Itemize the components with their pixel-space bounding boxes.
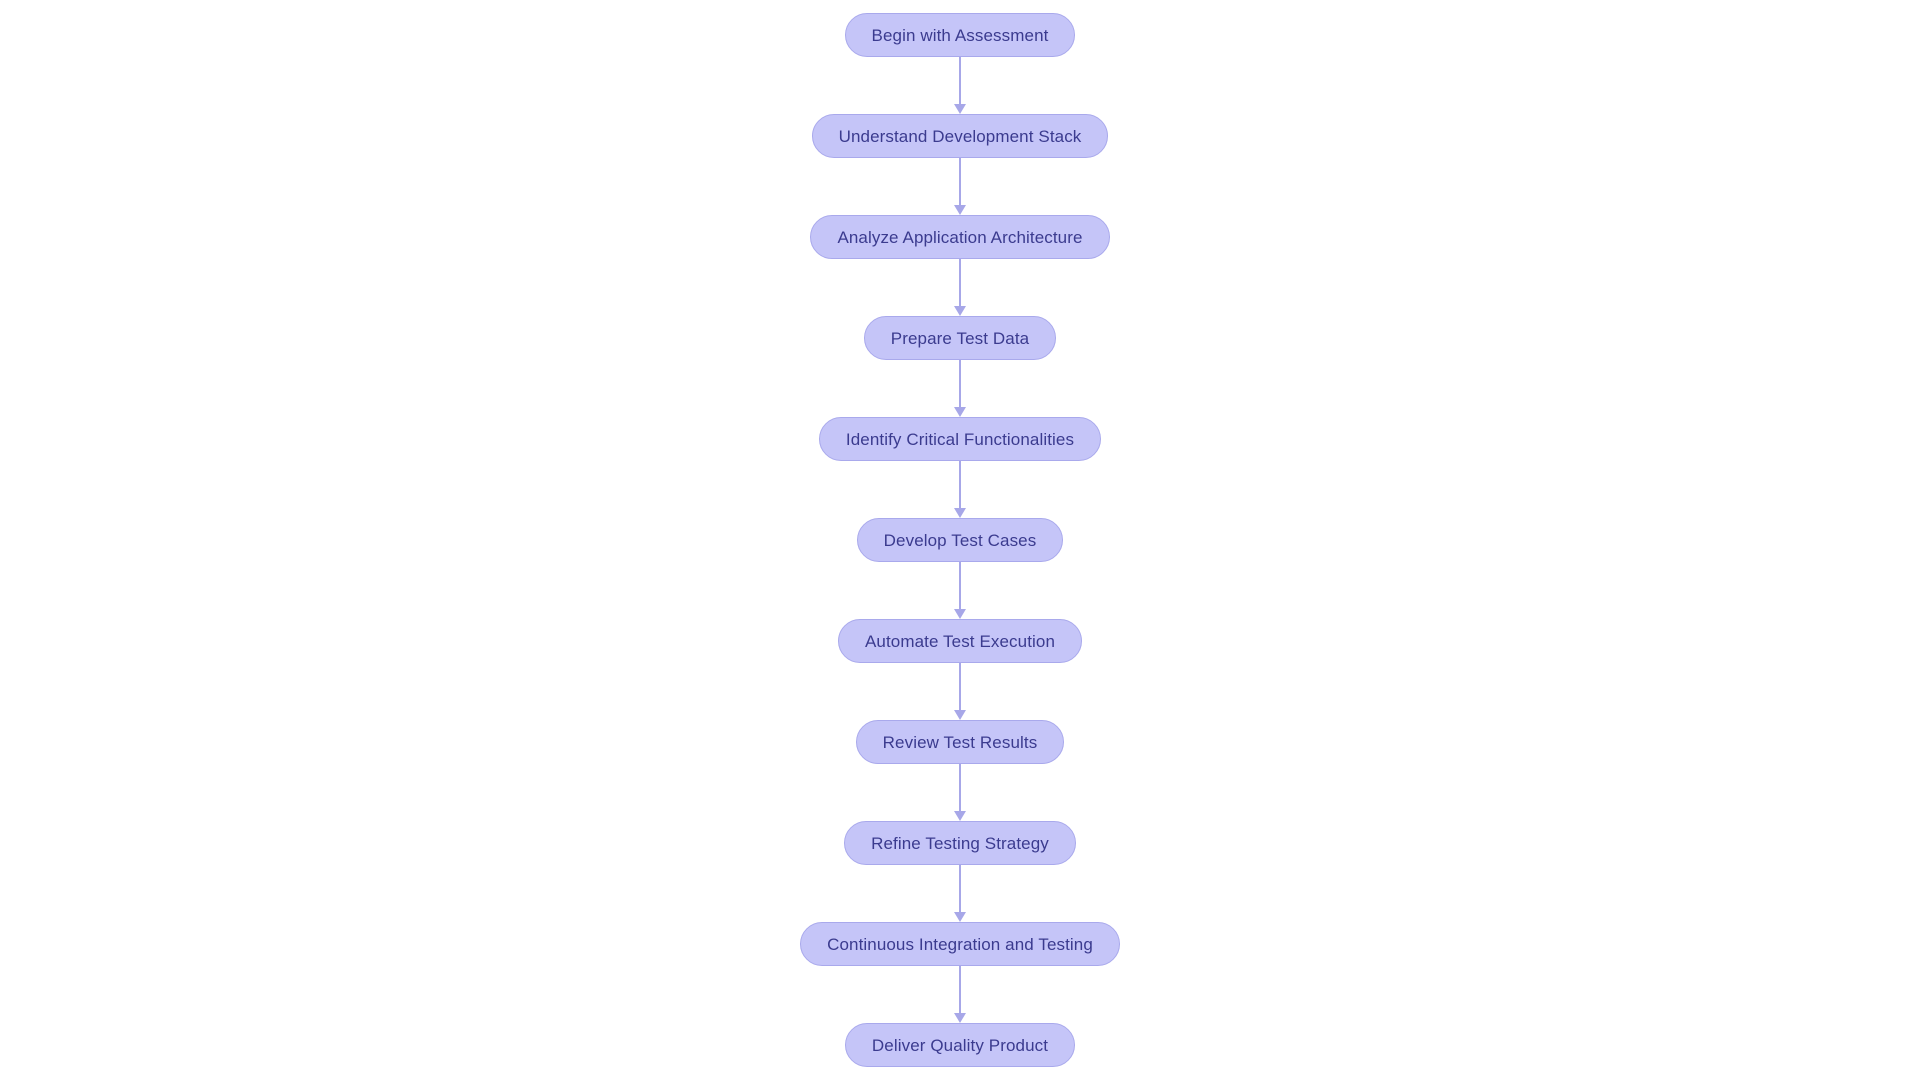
flow-node-n8[interactable]: Review Test Results xyxy=(855,720,1065,764)
flow-node-label: Begin with Assessment xyxy=(871,25,1049,45)
arrowhead-down-icon xyxy=(954,710,966,720)
flow-node-n6[interactable]: Develop Test Cases xyxy=(856,518,1064,562)
flow-node-label: Refine Testing Strategy xyxy=(871,833,1049,853)
flowchart-node-column: Begin with Assessment Understand Developm… xyxy=(0,0,1920,1080)
arrowhead-down-icon xyxy=(954,407,966,417)
flow-node-n2[interactable]: Understand Development Stack xyxy=(811,114,1109,158)
flow-step: Begin with Assessment xyxy=(844,13,1076,57)
flow-step: Deliver Quality Product xyxy=(844,1023,1076,1067)
flow-node-label: Understand Development Stack xyxy=(838,126,1082,146)
flow-connector-arrow xyxy=(953,461,967,518)
flow-connector-arrow xyxy=(953,158,967,215)
flow-step: Automate Test Execution xyxy=(837,619,1083,663)
flow-step: Review Test Results xyxy=(855,720,1065,764)
flow-node-n5[interactable]: Identify Critical Functionalities xyxy=(818,417,1102,461)
flow-connector-arrow xyxy=(953,360,967,417)
arrowhead-down-icon xyxy=(954,205,966,215)
flow-node-label: Identify Critical Functionalities xyxy=(845,429,1075,449)
flow-step: Prepare Test Data xyxy=(863,316,1057,360)
connector-line xyxy=(959,966,961,1014)
flow-node-n9[interactable]: Refine Testing Strategy xyxy=(844,821,1076,865)
connector-line xyxy=(959,259,961,307)
flow-node-n7[interactable]: Automate Test Execution xyxy=(837,619,1083,663)
flowchart-canvas: Begin with Assessment Understand Developm… xyxy=(0,0,1920,1080)
connector-line xyxy=(959,764,961,812)
arrowhead-down-icon xyxy=(954,104,966,114)
flow-node-n3[interactable]: Analyze Application Architecture xyxy=(810,215,1110,259)
flow-connector-arrow xyxy=(953,865,967,922)
flow-step: Identify Critical Functionalities xyxy=(818,417,1102,461)
arrowhead-down-icon xyxy=(954,1013,966,1023)
connector-line xyxy=(959,562,961,610)
arrowhead-down-icon xyxy=(954,609,966,619)
flow-node-n10[interactable]: Continuous Integration and Testing xyxy=(800,922,1120,966)
flow-node-n1[interactable]: Begin with Assessment xyxy=(844,13,1076,57)
flow-node-label: Analyze Application Architecture xyxy=(837,227,1083,247)
flow-node-label: Develop Test Cases xyxy=(883,530,1037,550)
flow-node-label: Review Test Results xyxy=(882,732,1038,752)
flow-step: Understand Development Stack xyxy=(811,114,1109,158)
flow-node-label: Prepare Test Data xyxy=(890,328,1030,348)
flow-connector-arrow xyxy=(953,259,967,316)
connector-line xyxy=(959,57,961,105)
flow-step: Continuous Integration and Testing xyxy=(800,922,1120,966)
flow-step: Analyze Application Architecture xyxy=(810,215,1110,259)
arrowhead-down-icon xyxy=(954,508,966,518)
flow-step: Develop Test Cases xyxy=(856,518,1064,562)
connector-line xyxy=(959,663,961,711)
arrowhead-down-icon xyxy=(954,811,966,821)
flow-node-n4[interactable]: Prepare Test Data xyxy=(863,316,1057,360)
flow-connector-arrow xyxy=(953,57,967,114)
flow-node-n11[interactable]: Deliver Quality Product xyxy=(844,1023,1076,1067)
flow-node-label: Continuous Integration and Testing xyxy=(827,934,1093,954)
flow-node-label: Automate Test Execution xyxy=(864,631,1056,651)
flow-connector-arrow xyxy=(953,562,967,619)
connector-line xyxy=(959,865,961,913)
flow-connector-arrow xyxy=(953,966,967,1023)
flow-node-label: Deliver Quality Product xyxy=(871,1035,1049,1055)
arrowhead-down-icon xyxy=(954,306,966,316)
flow-step: Refine Testing Strategy xyxy=(844,821,1076,865)
arrowhead-down-icon xyxy=(954,912,966,922)
connector-line xyxy=(959,158,961,206)
flow-connector-arrow xyxy=(953,663,967,720)
flow-connector-arrow xyxy=(953,764,967,821)
connector-line xyxy=(959,461,961,509)
connector-line xyxy=(959,360,961,408)
